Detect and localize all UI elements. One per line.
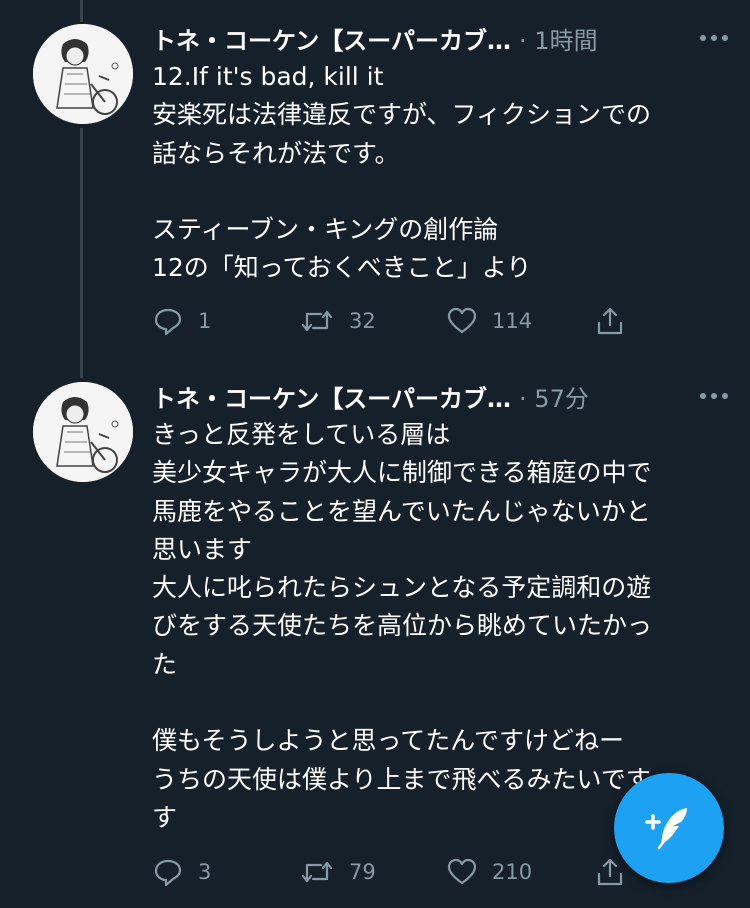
share-icon (597, 858, 623, 886)
tweet-text: きっと反発をしている層は 美少女キャラが大人に制御できる箱庭の中で 馬鹿をやるこ… (152, 420, 653, 832)
tweet-actions: 3 79 210 (152, 852, 632, 892)
avatar-illustration (33, 24, 133, 124)
like-count: 210 (492, 860, 533, 884)
tweet-1[interactable]: トネ・コーケン【スーパーカブ… · 1時間 12.If it's bad, ki… (0, 0, 750, 360)
avatar[interactable] (33, 382, 133, 482)
share-button[interactable] (594, 852, 626, 892)
compose-tweet-icon (645, 808, 687, 850)
retweet-icon (301, 310, 333, 332)
retweet-count: 32 (349, 309, 376, 333)
retweet-count: 79 (349, 860, 376, 884)
reply-button[interactable]: 1 (152, 301, 211, 341)
reply-icon (154, 859, 182, 887)
tweet-header: トネ・コーケン【スーパーカブ… · 57分 (152, 376, 730, 416)
retweet-icon (301, 861, 333, 883)
reply-button[interactable]: 3 (152, 852, 211, 892)
tweet-text: 12.If it's bad, kill it 安楽死は法律違反ですが、フィクシ… (152, 62, 652, 283)
compose-tweet-button[interactable] (614, 773, 724, 883)
retweet-button[interactable]: 32 (299, 301, 376, 341)
like-button[interactable]: 114 (446, 301, 532, 341)
like-count: 114 (492, 309, 533, 333)
reply-count: 3 (198, 860, 212, 884)
heart-icon (447, 858, 477, 885)
timestamp[interactable]: · 1時間 (519, 21, 598, 56)
tweet-actions: 1 32 114 (152, 301, 632, 341)
heart-icon (447, 307, 477, 334)
share-icon (597, 307, 623, 335)
share-button[interactable] (594, 301, 626, 341)
retweet-button[interactable]: 79 (299, 852, 376, 892)
like-button[interactable]: 210 (446, 852, 532, 892)
avatar-illustration (33, 382, 133, 482)
author-name[interactable]: トネ・コーケン【スーパーカブ… (152, 21, 511, 56)
timestamp[interactable]: · 57分 (519, 379, 589, 414)
more-dots-icon[interactable] (698, 384, 730, 412)
more-dots-icon[interactable] (698, 26, 730, 54)
reply-icon (154, 308, 182, 336)
tweet-header: トネ・コーケン【スーパーカブ… · 1時間 (152, 18, 730, 58)
avatar[interactable] (33, 24, 133, 124)
reply-count: 1 (198, 309, 212, 333)
author-name[interactable]: トネ・コーケン【スーパーカブ… (152, 379, 511, 414)
